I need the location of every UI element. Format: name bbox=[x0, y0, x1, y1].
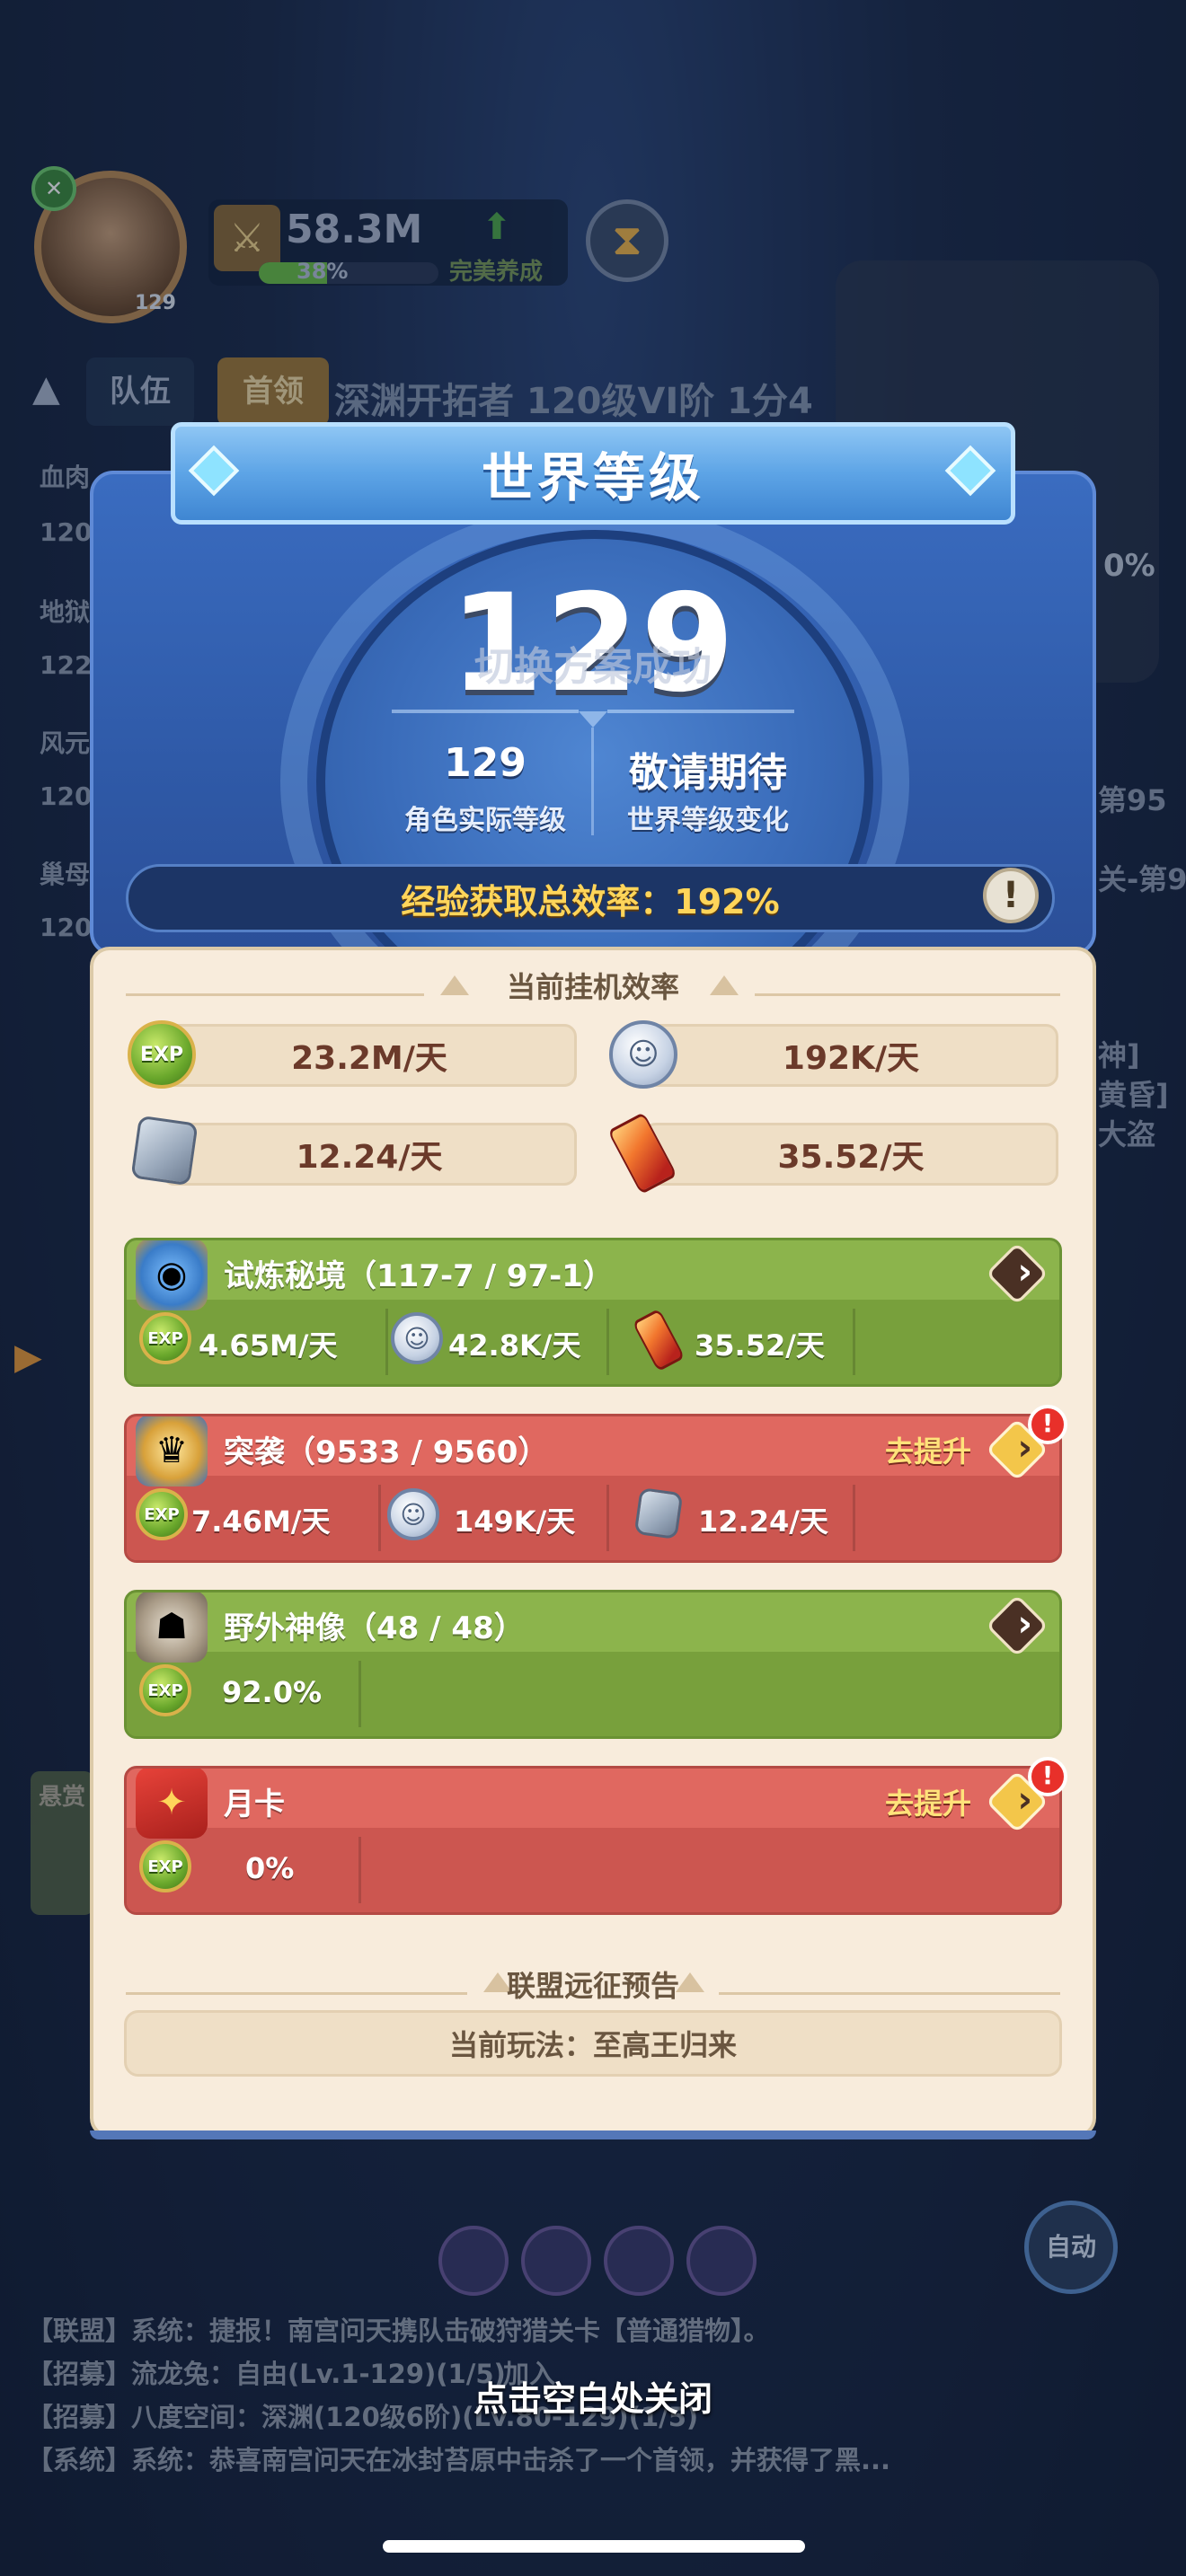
source-card-monthly[interactable]: ✦ 月卡 去提升 › EXP 0% bbox=[124, 1766, 1062, 1915]
card-exp-value: 4.65M/天 bbox=[199, 1328, 338, 1363]
monthly-card-emblem-icon: ✦ bbox=[136, 1769, 208, 1839]
card-exp-value: 7.46M/天 bbox=[191, 1504, 331, 1539]
alert-badge-icon: ! bbox=[1028, 1757, 1067, 1796]
coin-icon: ☺ bbox=[387, 1488, 439, 1540]
raid-emblem-icon: ♛ bbox=[136, 1416, 208, 1486]
exp-icon: EXP bbox=[139, 1664, 191, 1716]
info-exclamation-icon[interactable]: ! bbox=[983, 868, 1039, 923]
alliance-heading: 联盟远征预告 bbox=[506, 1969, 679, 2003]
exp-icon: EXP bbox=[128, 1020, 196, 1089]
alert-badge-icon: ! bbox=[1028, 1405, 1067, 1444]
card-coin-value: 42.8K/天 bbox=[448, 1328, 581, 1363]
efficiency-text: 经验获取总效率：192% bbox=[401, 881, 780, 922]
card-col-sep bbox=[606, 1309, 609, 1375]
coin-icon: ☺ bbox=[609, 1020, 677, 1089]
card-stone-value: 12.24/天 bbox=[698, 1504, 828, 1539]
trial-emblem-icon: ◉ bbox=[136, 1240, 208, 1310]
actual-level-label: 角色实际等级 bbox=[404, 805, 566, 836]
title-ribbon: 世界等级 bbox=[171, 422, 1015, 525]
card-col-sep bbox=[606, 1485, 609, 1551]
panel-bottom-edge bbox=[90, 2130, 1096, 2139]
card-col-sep bbox=[853, 1309, 855, 1375]
divider-left bbox=[392, 710, 579, 713]
improve-label[interactable]: 去提升 bbox=[885, 1781, 971, 1822]
source-card-statue[interactable]: ☗ 野外神像（48 / 48） › EXP 92.0% bbox=[124, 1590, 1062, 1739]
exp-icon: EXP bbox=[139, 1312, 191, 1364]
divider-right bbox=[607, 710, 794, 713]
card-col-sep bbox=[385, 1309, 388, 1375]
idle-exp-rate: 23.2M/天 bbox=[162, 1024, 577, 1087]
alliance-current-mode: 当前玩法：至高王归来 bbox=[124, 2010, 1062, 2077]
section-triangle-right-icon bbox=[676, 1972, 704, 1992]
card-title: 试炼秘境（117-7 / 97-1） bbox=[224, 1258, 614, 1294]
stone-icon bbox=[130, 1115, 199, 1187]
improve-label[interactable]: 去提升 bbox=[885, 1429, 971, 1470]
card-coin-value: 149K/天 bbox=[454, 1504, 576, 1539]
exp-icon: EXP bbox=[139, 1840, 191, 1892]
section-triangle-right-icon bbox=[710, 975, 739, 995]
efficiency-bar: 经验获取总效率：192% bbox=[126, 864, 1055, 932]
actual-level-value: 129 bbox=[444, 740, 527, 786]
section-line-right bbox=[719, 1992, 1060, 1995]
switch-success-toast: 切换方案成功 bbox=[474, 644, 712, 690]
card-col-sep bbox=[378, 1485, 381, 1551]
idle-stone-rate: 12.24/天 bbox=[162, 1123, 577, 1186]
card-col-sep bbox=[358, 1837, 361, 1903]
coin-icon: ☺ bbox=[391, 1312, 443, 1364]
idle-crystal-rate: 35.52/天 bbox=[643, 1123, 1058, 1186]
card-crystal-value: 35.52/天 bbox=[695, 1328, 825, 1363]
card-col-sep bbox=[853, 1485, 855, 1551]
card-title: 月卡 bbox=[224, 1786, 285, 1822]
chevron-right-icon: › bbox=[1017, 1251, 1032, 1292]
source-card-trial[interactable]: ◉ 试炼秘境（117-7 / 97-1） › EXP 4.65M/天 ☺ 42.… bbox=[124, 1238, 1062, 1387]
home-indicator[interactable] bbox=[383, 2540, 805, 2553]
modal-title: 世界等级 bbox=[481, 447, 704, 508]
section-line-right bbox=[755, 993, 1060, 996]
world-level-change-label: 世界等级变化 bbox=[627, 805, 789, 836]
idle-efficiency-heading: 当前挂机效率 bbox=[506, 970, 679, 1004]
world-level-change-value: 敬请期待 bbox=[629, 750, 787, 796]
card-title: 突袭（9533 / 9560） bbox=[224, 1434, 549, 1470]
card-col-sep bbox=[358, 1661, 361, 1727]
card-title: 野外神像（48 / 48） bbox=[224, 1610, 525, 1646]
stone-icon bbox=[633, 1486, 684, 1540]
card-exp-value: 92.0% bbox=[222, 1675, 323, 1709]
idle-coin-rate: 192K/天 bbox=[643, 1024, 1058, 1087]
divider-arrow-icon bbox=[579, 711, 607, 728]
chevron-right-icon: › bbox=[1017, 1603, 1032, 1645]
source-card-raid[interactable]: ♛ 突袭（9533 / 9560） 去提升 › EXP 7.46M/天 ☺ 14… bbox=[124, 1414, 1062, 1563]
card-exp-value: 0% bbox=[245, 1851, 295, 1885]
exp-icon: EXP bbox=[136, 1488, 188, 1540]
close-hint[interactable]: 点击空白处关闭 bbox=[0, 2371, 1186, 2421]
statue-emblem-icon: ☗ bbox=[136, 1592, 208, 1663]
